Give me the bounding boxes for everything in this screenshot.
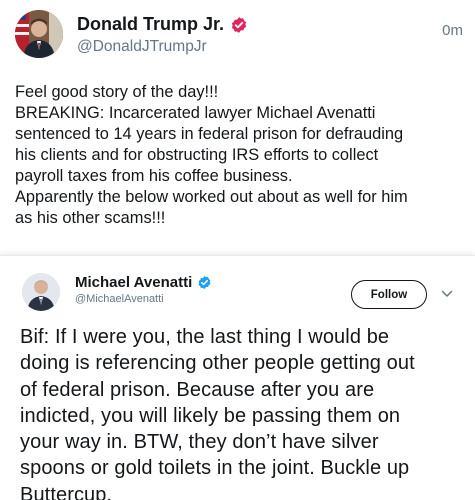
quoted-tweet-card[interactable]: Michael Avenatti @MichaelAvenatti Follow…	[0, 255, 475, 500]
tweet: Donald Trump Jr. @DonaldJTrumpJr 0m Feel…	[0, 0, 475, 500]
quoted-text-line: of federal prison. Because after you are	[20, 378, 375, 401]
tweet-text-line: as his other scams!!!	[15, 209, 166, 227]
tweet-text-line: his clients and for obstructing IRS effo…	[15, 146, 379, 164]
chevron-down-icon[interactable]	[441, 289, 453, 299]
follow-button[interactable]: Follow	[351, 280, 427, 309]
tweet-header: Donald Trump Jr. @DonaldJTrumpJr 0m	[15, 10, 465, 58]
quoted-text-line: indicted, you will likely be passing the…	[20, 404, 401, 427]
quoted-text-line: doing is referencing other people gettin…	[20, 352, 415, 375]
quoted-author-avatar[interactable]	[22, 273, 60, 311]
verified-badge-icon	[198, 275, 211, 290]
quoted-text-line: Buttercup.	[20, 483, 113, 500]
tweet-text: Feel good story of the day!!! BREAKING: …	[15, 82, 467, 229]
author-handle[interactable]: @DonaldJTrumpJr	[77, 38, 207, 56]
author-avatar[interactable]	[15, 10, 63, 58]
tweet-text-line: sentenced to 14 years in federal prison …	[15, 125, 404, 143]
tweet-text-line: payroll taxes from his coffee business.	[15, 167, 293, 185]
tweet-text-line: BREAKING: Incarcerated lawyer Michael Av…	[15, 104, 376, 122]
tweet-text-line: Apparently the below worked out about as…	[15, 188, 408, 206]
quoted-text-line: Bif: If I were you, the last thing I wou…	[20, 326, 390, 348]
quoted-author-name-row: Michael Avenatti	[75, 274, 212, 291]
quoted-author-display-name[interactable]: Michael Avenatti	[75, 274, 192, 291]
author-display-name[interactable]: Donald Trump Jr.	[77, 14, 224, 35]
quoted-tweet-text: Bif: If I were you, the last thing I wou…	[20, 324, 470, 500]
quoted-author-handle[interactable]: @MichaelAvenatti	[75, 293, 164, 305]
quoted-text-line: spoons or gold toilets in the joint. Buc…	[20, 457, 410, 480]
tweet-timestamp[interactable]: 0m	[442, 22, 463, 39]
quoted-text-line: your way in. BTW, they don’t have silver	[20, 431, 379, 454]
tweet-text-line: Feel good story of the day!!!	[15, 83, 219, 101]
verified-badge-icon	[231, 16, 247, 33]
author-name-row: Donald Trump Jr.	[77, 14, 248, 35]
